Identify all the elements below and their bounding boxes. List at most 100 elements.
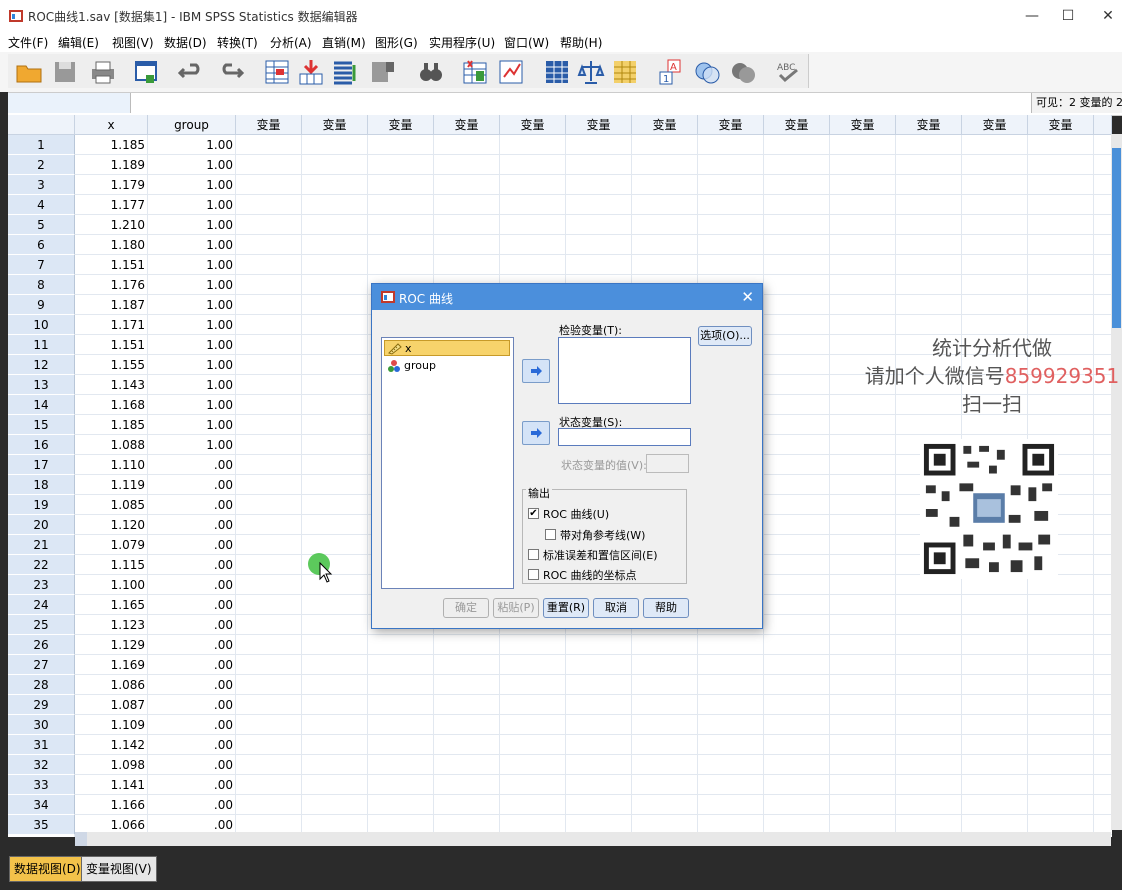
cell-x[interactable]: 1.110 xyxy=(75,455,148,475)
column-header[interactable]: 变量 xyxy=(698,115,764,135)
column-header[interactable] xyxy=(1094,115,1112,135)
cell-group[interactable]: 1.00 xyxy=(148,435,236,455)
use-sets-icon[interactable] xyxy=(692,57,722,87)
cell-group[interactable]: 1.00 xyxy=(148,395,236,415)
options-button[interactable]: 选项(O)... xyxy=(698,326,752,346)
row-number[interactable]: 21 xyxy=(8,535,75,555)
vertical-scroll-thumb[interactable] xyxy=(1112,148,1121,328)
cell-x[interactable]: 1.155 xyxy=(75,355,148,375)
dialog-recall-icon[interactable] xyxy=(132,57,162,87)
row-number[interactable]: 20 xyxy=(8,515,75,535)
cell-x[interactable]: 1.129 xyxy=(75,635,148,655)
column-header[interactable]: 变量 xyxy=(896,115,962,135)
cell-group[interactable]: .00 xyxy=(148,495,236,515)
cell-x[interactable]: 1.171 xyxy=(75,315,148,335)
std-error-checkbox[interactable] xyxy=(528,549,539,560)
reset-button[interactable]: 重置(R) xyxy=(543,598,589,618)
cell-x[interactable]: 1.115 xyxy=(75,555,148,575)
row-number[interactable]: 8 xyxy=(8,275,75,295)
row-number[interactable]: 3 xyxy=(8,175,75,195)
cell-group[interactable]: .00 xyxy=(148,595,236,615)
insert-cases-icon[interactable] xyxy=(460,57,490,87)
cell-group[interactable]: .00 xyxy=(148,675,236,695)
cell-x[interactable]: 1.143 xyxy=(75,375,148,395)
cell-group[interactable]: 1.00 xyxy=(148,355,236,375)
cell-group[interactable]: 1.00 xyxy=(148,175,236,195)
row-number[interactable]: 12 xyxy=(8,355,75,375)
menu-analyze[interactable]: 分析(A) xyxy=(270,34,312,51)
row-number[interactable]: 24 xyxy=(8,595,75,615)
column-header[interactable]: 变量 xyxy=(1028,115,1094,135)
list-item[interactable]: x xyxy=(384,340,510,356)
cell-group[interactable]: 1.00 xyxy=(148,235,236,255)
cell-group[interactable]: .00 xyxy=(148,715,236,735)
cell-x[interactable]: 1.177 xyxy=(75,195,148,215)
menu-data[interactable]: 数据(D) xyxy=(164,34,207,51)
maximize-button[interactable]: ☐ xyxy=(1048,4,1088,28)
row-number[interactable]: 23 xyxy=(8,575,75,595)
open-icon[interactable] xyxy=(14,57,44,87)
corner-cell[interactable] xyxy=(8,115,75,135)
goto-variable-icon[interactable] xyxy=(296,57,326,87)
menu-view[interactable]: 视图(V) xyxy=(112,34,154,51)
cell-group[interactable]: 1.00 xyxy=(148,155,236,175)
menu-edit[interactable]: 编辑(E) xyxy=(58,34,99,51)
column-header[interactable]: 变量 xyxy=(302,115,368,135)
row-number[interactable]: 15 xyxy=(8,415,75,435)
cell-group[interactable]: 1.00 xyxy=(148,275,236,295)
cell-group[interactable]: 1.00 xyxy=(148,315,236,335)
cell-group[interactable]: .00 xyxy=(148,555,236,575)
cell-x[interactable]: 1.168 xyxy=(75,395,148,415)
cell-group[interactable]: .00 xyxy=(148,655,236,675)
row-number[interactable]: 27 xyxy=(8,655,75,675)
row-number[interactable]: 30 xyxy=(8,715,75,735)
variables-icon[interactable] xyxy=(330,57,360,87)
row-number[interactable]: 28 xyxy=(8,675,75,695)
cell-group[interactable]: .00 xyxy=(148,455,236,475)
cell-group[interactable]: 1.00 xyxy=(148,295,236,315)
cell-x[interactable]: 1.185 xyxy=(75,415,148,435)
coordinates-checkbox[interactable] xyxy=(528,569,539,580)
cell-x[interactable]: 1.179 xyxy=(75,175,148,195)
row-number[interactable]: 10 xyxy=(8,315,75,335)
paste-button[interactable]: 粘贴(P) xyxy=(493,598,539,618)
cell-group[interactable]: .00 xyxy=(148,635,236,655)
column-header[interactable]: 变量 xyxy=(764,115,830,135)
cell-x[interactable]: 1.142 xyxy=(75,735,148,755)
cell-x[interactable]: 1.120 xyxy=(75,515,148,535)
row-number[interactable]: 25 xyxy=(8,615,75,635)
cell-x[interactable]: 1.085 xyxy=(75,495,148,515)
cell-group[interactable]: 1.00 xyxy=(148,335,236,355)
dialog-title-bar[interactable]: ROC 曲线 ✕ xyxy=(372,284,762,310)
cell-group[interactable]: 1.00 xyxy=(148,195,236,215)
column-header[interactable]: 变量 xyxy=(500,115,566,135)
row-number[interactable]: 14 xyxy=(8,395,75,415)
cell-group[interactable]: .00 xyxy=(148,475,236,495)
cell-x[interactable]: 1.141 xyxy=(75,775,148,795)
tab-data-view[interactable]: 数据视图(D) xyxy=(9,856,86,882)
help-button[interactable]: 帮助 xyxy=(643,598,689,618)
move-to-state-button[interactable] xyxy=(522,421,550,445)
state-value-field[interactable] xyxy=(646,454,689,473)
cell-group[interactable]: 1.00 xyxy=(148,135,236,155)
run-descriptive-icon[interactable] xyxy=(368,57,398,87)
menu-utilities[interactable]: 实用程序(U) xyxy=(429,34,495,51)
row-number[interactable]: 5 xyxy=(8,215,75,235)
cell-x[interactable]: 1.151 xyxy=(75,335,148,355)
cell-x[interactable]: 1.100 xyxy=(75,575,148,595)
diagonal-reference-checkbox[interactable] xyxy=(545,529,556,540)
column-header[interactable]: 变量 xyxy=(368,115,434,135)
cell-x[interactable]: 1.119 xyxy=(75,475,148,495)
find-icon[interactable] xyxy=(416,57,446,87)
cell-x[interactable]: 1.210 xyxy=(75,215,148,235)
redo-icon[interactable] xyxy=(216,57,246,87)
test-variable-list[interactable] xyxy=(558,337,691,404)
column-header[interactable]: 变量 xyxy=(830,115,896,135)
column-header[interactable]: 变量 xyxy=(566,115,632,135)
cell-group[interactable]: 1.00 xyxy=(148,255,236,275)
row-number[interactable]: 33 xyxy=(8,775,75,795)
row-number[interactable]: 6 xyxy=(8,235,75,255)
insert-variable-icon[interactable] xyxy=(496,57,526,87)
move-to-test-button[interactable] xyxy=(522,359,550,383)
menu-file[interactable]: 文件(F) xyxy=(8,34,48,51)
